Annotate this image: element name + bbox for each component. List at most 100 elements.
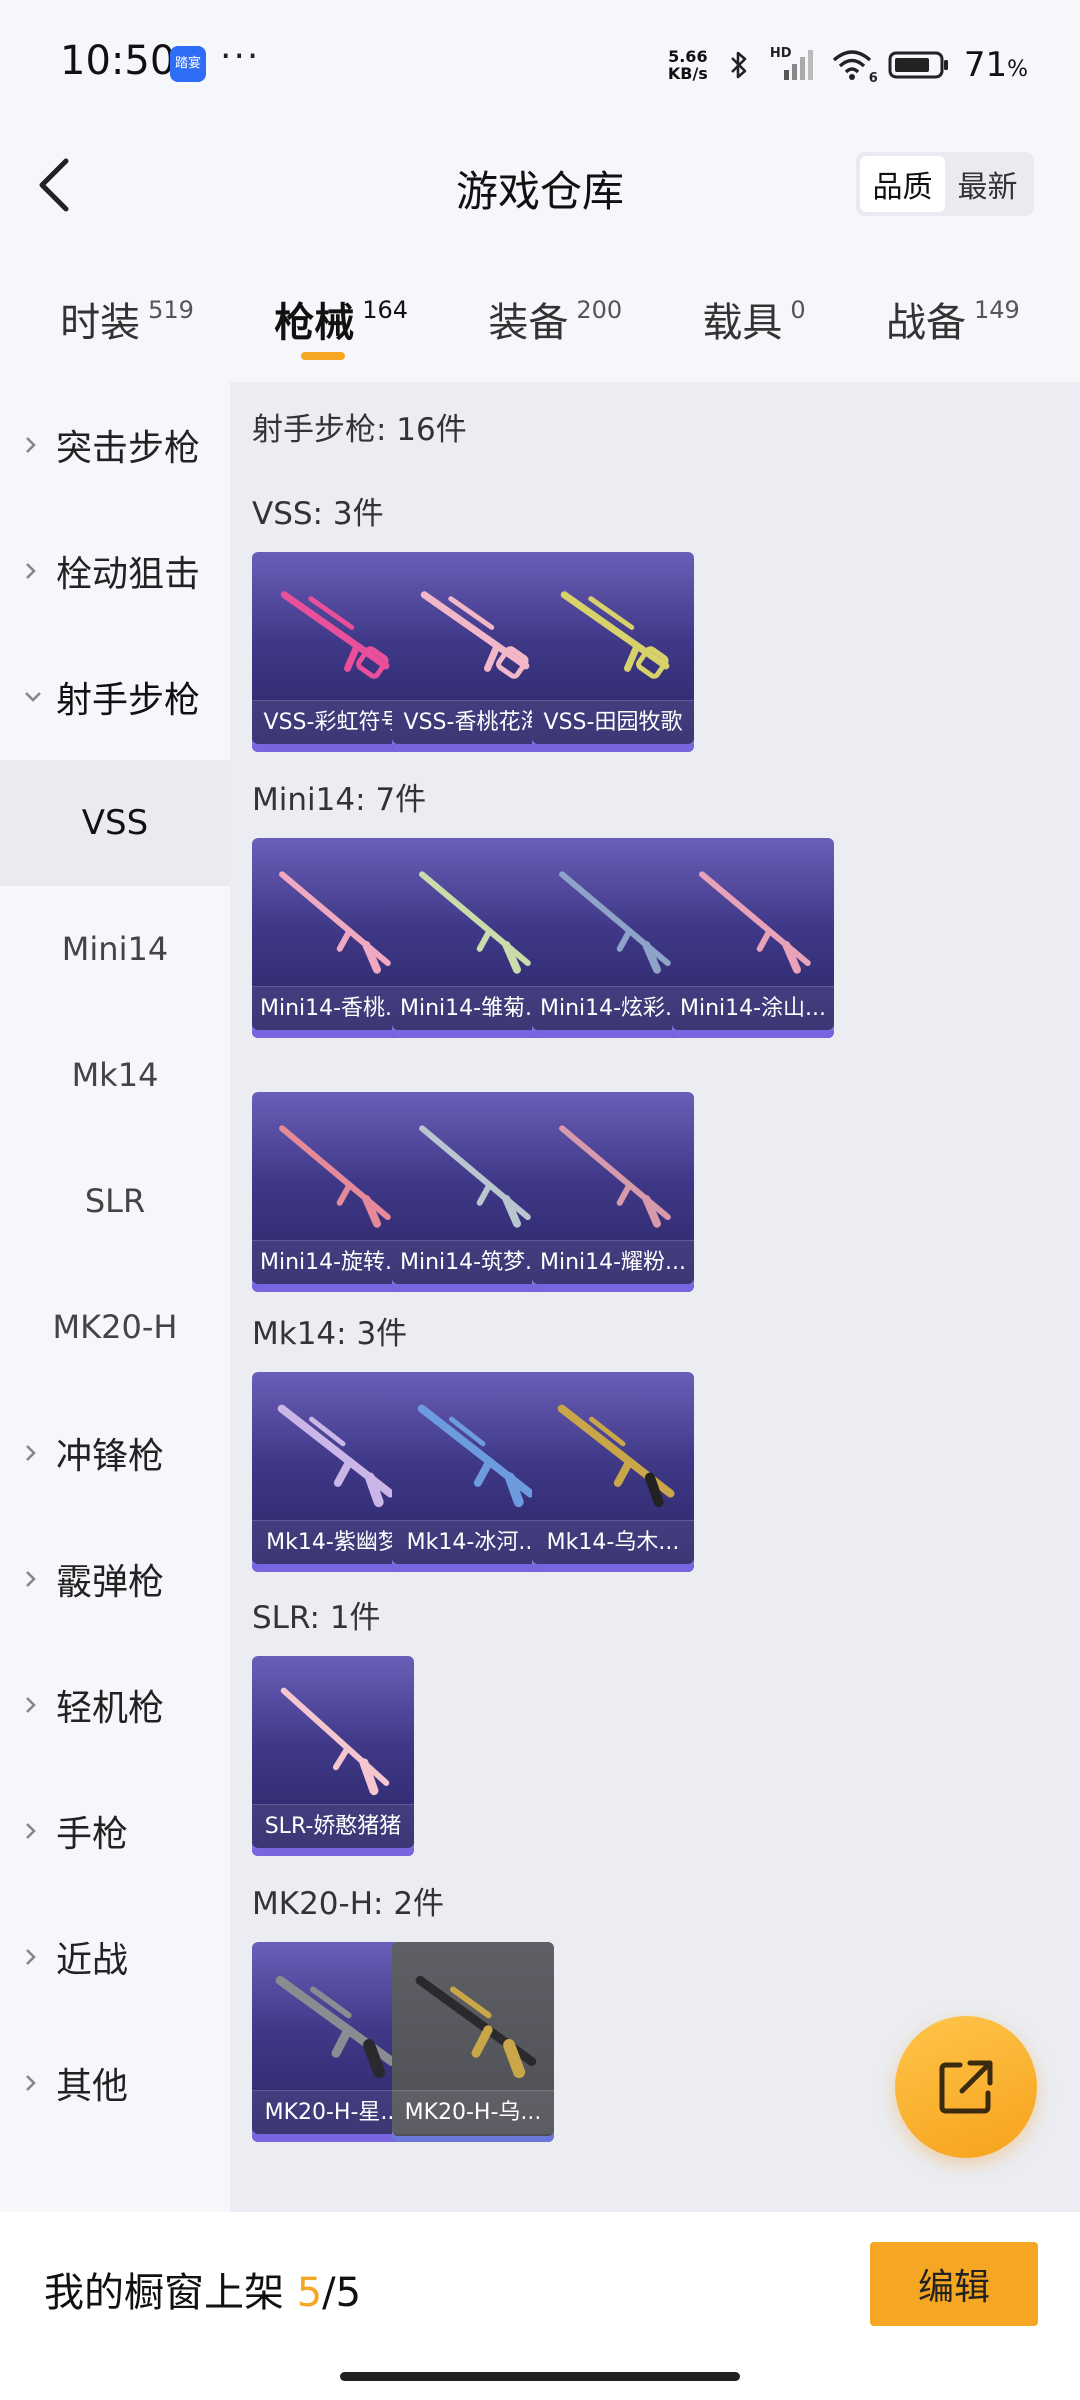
tab-fashion[interactable]: 时装 519: [60, 270, 194, 380]
weapon-image: [560, 591, 670, 679]
weapon-image: [417, 1404, 535, 1508]
sidebar-item-marksman-rifle[interactable]: 射手步枪: [0, 634, 230, 760]
sidebar-item-label: 手枪: [56, 1814, 129, 1855]
weapon-name: VSS-田园牧歌: [532, 700, 694, 744]
category-tabs: 时装 519 枪械 164 装备 200 载具 0 战备 149: [0, 270, 1080, 380]
sidebar-item-bolt-sniper[interactable]: 栓动狙击: [0, 508, 230, 634]
app-notification-icon: 踏宴: [170, 46, 206, 82]
section-heading-mini14: Mini14: 7件: [252, 782, 427, 818]
weapon-card[interactable]: VSS-彩虹符号: [252, 552, 414, 752]
home-indicator[interactable]: [340, 2372, 740, 2381]
weapon-name: Mk14-紫幽梦: [252, 1520, 414, 1564]
weapon-name: SLR-娇憨猪猪: [252, 1804, 414, 1848]
sidebar-item-label: 突击步枪: [56, 428, 201, 469]
weapon-card[interactable]: MK20-H-乌...: [392, 1942, 554, 2142]
weapon-image: [279, 871, 391, 974]
weapon-image: [419, 1125, 531, 1228]
sidebar-item-shotgun[interactable]: 霰弹枪: [0, 1516, 230, 1642]
weapon-card[interactable]: Mini14-香桃...: [252, 838, 414, 1038]
sidebar-item-pistol[interactable]: 手枪: [0, 1768, 230, 1894]
battery-icon: [888, 48, 950, 82]
sidebar-subitem-slr[interactable]: SLR: [0, 1138, 230, 1264]
bluetooth-icon: [722, 48, 756, 82]
weapon-card[interactable]: VSS-香桃花海: [392, 552, 554, 752]
weapon-image: [699, 871, 811, 974]
weapon-name: Mk14-冰河...: [392, 1520, 554, 1564]
weapon-card[interactable]: Mk14-紫幽梦: [252, 1372, 414, 1572]
section-heading-slr: SLR: 1件: [252, 1600, 381, 1636]
sidebar-item-label: 冲锋枪: [56, 1436, 165, 1477]
tab-label: 载具: [702, 300, 783, 346]
signal-icon: HD: [770, 46, 816, 82]
weapon-name: Mini14-雏菊...: [392, 986, 554, 1030]
sidebar-item-melee[interactable]: 近战: [0, 1894, 230, 2020]
chevron-right-icon: [22, 1566, 48, 1592]
sidebar-item-label: 轻机枪: [56, 1688, 165, 1729]
edit-button[interactable]: 编辑: [870, 2242, 1038, 2326]
tab-label: 时装: [60, 300, 141, 346]
weapon-name: MK20-H-乌...: [392, 2090, 554, 2134]
weapon-card[interactable]: Mini14-雏菊...: [392, 838, 554, 1038]
weapon-card[interactable]: Mini14-炫彩...: [532, 838, 694, 1038]
weapon-card[interactable]: SLR-娇憨猪猪: [252, 1656, 414, 1856]
weapon-card[interactable]: Mk14-乌木...: [532, 1372, 694, 1572]
weapon-name: Mini14-香桃...: [252, 986, 414, 1030]
sort-toggle: 品质 最新: [856, 152, 1034, 216]
weapon-card[interactable]: Mini14-耀粉...: [532, 1092, 694, 1292]
back-arrow-icon: [39, 158, 69, 212]
more-notifications-icon: ···: [220, 36, 261, 77]
tab-count: 200: [576, 296, 623, 324]
section-heading-vss: VSS: 3件: [252, 496, 384, 532]
category-count-title: 射手步枪: 16件: [252, 412, 467, 448]
weapon-card[interactable]: Mini14-涂山...: [672, 838, 834, 1038]
weapon-card[interactable]: Mini14-筑梦...: [392, 1092, 554, 1292]
battery-percent: 71%: [963, 45, 1028, 85]
back-button[interactable]: [24, 150, 84, 220]
sidebar-item-label: 近战: [56, 1940, 129, 1981]
weapon-card[interactable]: VSS-田园牧歌: [532, 552, 694, 752]
weapon-image: [419, 871, 531, 974]
weapon-name: Mini14-涂山...: [672, 986, 834, 1030]
sidebar-item-smg[interactable]: 冲锋枪: [0, 1390, 230, 1516]
sort-quality-button[interactable]: 品质: [860, 156, 945, 212]
sidebar-item-assault-rifle[interactable]: 突击步枪: [0, 382, 230, 508]
weapon-name: Mini14-炫彩...: [532, 986, 694, 1030]
weapon-name: VSS-彩虹符号: [252, 700, 414, 744]
weapon-name: MK20-H-星...: [252, 2090, 414, 2134]
wifi-icon: 6: [830, 48, 878, 86]
weapon-image: [275, 1975, 397, 2079]
tab-vehicles[interactable]: 载具 0: [702, 270, 805, 380]
weapon-image: [277, 1404, 395, 1508]
share-export-icon: [939, 2060, 993, 2114]
weapon-name: Mini14-旋转...: [252, 1240, 414, 1284]
sidebar-subitem-vss[interactable]: VSS: [0, 760, 230, 886]
weapon-name: Mini14-耀粉...: [532, 1240, 694, 1284]
weapon-name: Mk14-乌木...: [532, 1520, 694, 1564]
share-button[interactable]: [895, 2016, 1037, 2158]
section-heading-mk20h: MK20-H: 2件: [252, 1886, 445, 1922]
tab-count: 164: [362, 296, 409, 324]
weapon-image: [559, 871, 671, 974]
active-tab-indicator: [301, 352, 346, 360]
status-time: 10:50: [60, 38, 176, 84]
weapon-card[interactable]: MK20-H-星...: [252, 1942, 414, 2142]
sidebar-subitem-mini14[interactable]: Mini14: [0, 886, 230, 1012]
tab-firearms[interactable]: 枪械 164: [274, 270, 408, 380]
sidebar-item-other[interactable]: 其他: [0, 2020, 230, 2146]
status-indicators: 5.66 KB/s HD 6 71%: [668, 40, 1028, 90]
weapon-card[interactable]: Mk14-冰河...: [392, 1372, 554, 1572]
sidebar-item-lmg[interactable]: 轻机枪: [0, 1642, 230, 1768]
tab-equipment[interactable]: 装备 200: [488, 270, 622, 380]
status-bar: 10:50 踏宴 ··· 5.66 KB/s HD 6 71%: [0, 0, 1080, 130]
tab-battle-gear[interactable]: 战备 149: [886, 270, 1020, 380]
tab-label: 战备: [885, 300, 966, 346]
sort-newest-button[interactable]: 最新: [945, 156, 1030, 212]
chevron-right-icon: [22, 432, 48, 458]
chevron-right-icon: [22, 1692, 48, 1718]
sidebar-subitem-mk14[interactable]: Mk14: [0, 1012, 230, 1138]
weapon-card[interactable]: Mini14-旋转...: [252, 1092, 414, 1292]
tab-label: 装备: [488, 300, 569, 346]
chevron-right-icon: [22, 1440, 48, 1466]
sidebar-subitem-mk20h[interactable]: MK20-H: [0, 1264, 230, 1390]
tab-label: 枪械: [274, 300, 355, 346]
